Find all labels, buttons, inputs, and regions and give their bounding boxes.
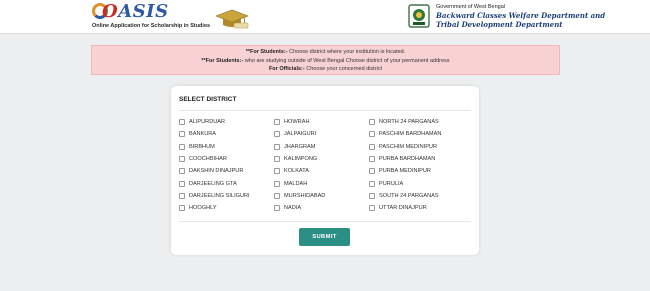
district-checkbox[interactable] [369, 168, 375, 175]
district-selection-card: SELECT DISTRICT ALIPURDUAR BANKURA BIRBHUM… [171, 86, 479, 255]
district-option[interactable]: DARJEELING GTA [179, 177, 250, 189]
district-option[interactable]: MURSHIDABAD [274, 190, 325, 202]
district-option[interactable]: PURULIA [369, 177, 441, 189]
department-name-line-2: Tribal Development Department [436, 20, 563, 29]
district-column-1: ALIPURDUAR BANKURA BIRBHUM COOCHBIHAR DAKSHI… [179, 116, 250, 214]
district-label: PURBA MEDINIPUR [379, 168, 431, 175]
district-label: SOUTH 24 PARGANAS [379, 192, 439, 199]
graduation-cap-icon [215, 9, 249, 29]
divider [179, 110, 471, 111]
district-checkbox[interactable] [274, 143, 280, 150]
district-checkbox[interactable] [179, 192, 185, 199]
district-label: ALIPURDUAR [189, 119, 226, 126]
district-label: BIRBHUM [189, 143, 215, 150]
district-option[interactable]: KALIMPONG [274, 153, 325, 165]
district-checkbox[interactable] [179, 143, 185, 150]
notice-line-2: **For Students:- who are studying outsid… [201, 57, 450, 64]
district-option[interactable]: PURBA BARDHAMAN [369, 153, 441, 165]
district-checkbox[interactable] [274, 156, 280, 163]
district-checkbox[interactable] [369, 131, 375, 138]
district-label: JALPAIGURI [284, 131, 317, 138]
district-option[interactable]: DARJEELING SILIGURI [179, 190, 250, 202]
district-option[interactable]: JHARGRAM [274, 141, 325, 153]
district-option[interactable]: DAKSHIN DINAJPUR [179, 165, 250, 177]
district-column-3: NORTH 24 PARGANAS PASCHIM BARDHAMAN PASCHI… [369, 116, 441, 214]
district-checkbox[interactable] [274, 180, 280, 187]
district-checkbox[interactable] [369, 192, 375, 199]
district-checkbox[interactable] [179, 180, 185, 187]
district-checkbox[interactable] [179, 156, 185, 163]
district-label: UTTAR DINAJPUR [379, 205, 427, 212]
district-option[interactable]: PASCHIM BARDHAMAN [369, 128, 441, 140]
district-label: PURULIA [379, 180, 404, 187]
submit-button[interactable]: SUBMIT [299, 228, 350, 246]
district-checkbox[interactable] [369, 143, 375, 150]
district-checkbox[interactable] [274, 168, 280, 175]
district-label: DAKSHIN DINAJPUR [189, 168, 244, 175]
district-label: BANKURA [189, 131, 217, 138]
district-checkbox[interactable] [179, 205, 185, 212]
district-label: DARJEELING SILIGURI [189, 192, 250, 199]
district-label: MURSHIDABAD [284, 192, 326, 199]
district-column-2: HOWRAH JALPAIGURI JHARGRAM KALIMPONG KOLKATA… [274, 116, 325, 214]
district-label: HOOGHLY [189, 205, 217, 212]
district-option[interactable]: MALDAH [274, 177, 325, 189]
site-header: OASIS Online Application for Scholarship… [0, 0, 650, 34]
district-option[interactable]: ALIPURDUAR [179, 116, 250, 128]
district-label: KOLKATA [284, 168, 309, 175]
department-logo[interactable]: Government of West Bengal Backward Class… [408, 4, 605, 30]
district-option[interactable]: NADIA [274, 202, 325, 214]
district-option[interactable]: BANKURA [179, 128, 250, 140]
district-label: NADIA [284, 205, 302, 212]
district-option[interactable]: HOOGHLY [179, 202, 250, 214]
district-option[interactable]: PURBA MEDINIPUR [369, 165, 441, 177]
district-checkbox[interactable] [274, 131, 280, 138]
district-option[interactable]: SOUTH 24 PARGANAS [369, 190, 441, 202]
district-checkbox[interactable] [179, 131, 185, 138]
state-emblem-icon [408, 4, 430, 28]
district-option[interactable]: PASCHIM MEDINIPUR [369, 141, 441, 153]
notice-line-1: **For Students:- Choose district where y… [245, 49, 406, 55]
department-name-line-1: Backward Classes Welfare Department and [436, 11, 606, 20]
district-option[interactable]: HOWRAH [274, 116, 325, 128]
district-checkbox[interactable] [369, 119, 375, 126]
logo-tagline: Online Application for Scholarship in St… [92, 23, 211, 29]
district-checkbox[interactable] [274, 119, 280, 126]
district-checkbox[interactable] [369, 205, 375, 212]
district-checkbox[interactable] [369, 180, 375, 187]
district-label: MALDAH [284, 180, 308, 187]
district-label: PASCHIM BARDHAMAN [379, 131, 442, 138]
instruction-notice: **For Students:- Choose district where y… [91, 45, 560, 75]
district-label: DARJEELING GTA [189, 180, 237, 187]
department-government-label: Government of West Bengal [436, 4, 505, 10]
district-checkbox[interactable] [369, 156, 375, 163]
district-option[interactable]: NORTH 24 PARGANAS [369, 116, 441, 128]
district-label: JHARGRAM [284, 143, 316, 150]
district-label: COOCHBIHAR [189, 156, 227, 163]
district-checkbox[interactable] [274, 205, 280, 212]
divider [179, 221, 471, 222]
district-label: HOWRAH [284, 119, 310, 126]
district-option[interactable]: KOLKATA [274, 165, 325, 177]
district-option[interactable]: JALPAIGURI [274, 128, 325, 140]
district-option[interactable]: BIRBHUM [179, 141, 250, 153]
notice-line-3: For Officials:- Choose your concerned di… [268, 66, 383, 72]
district-label: KALIMPONG [284, 156, 318, 163]
district-checkbox[interactable] [274, 192, 280, 199]
district-option[interactable]: COOCHBIHAR [179, 153, 250, 165]
district-label: NORTH 24 PARGANAS [379, 119, 439, 126]
district-option[interactable]: UTTAR DINAJPUR [369, 202, 441, 214]
district-checkbox[interactable] [179, 119, 185, 126]
logo-wordmark: OASIS [102, 1, 169, 22]
district-label: PASCHIM MEDINIPUR [379, 143, 438, 150]
card-title: SELECT DISTRICT [179, 96, 237, 103]
district-label: PURBA BARDHAMAN [379, 156, 436, 163]
district-checkbox[interactable] [179, 168, 185, 175]
oasis-logo[interactable]: OASIS Online Application for Scholarship… [92, 1, 252, 32]
